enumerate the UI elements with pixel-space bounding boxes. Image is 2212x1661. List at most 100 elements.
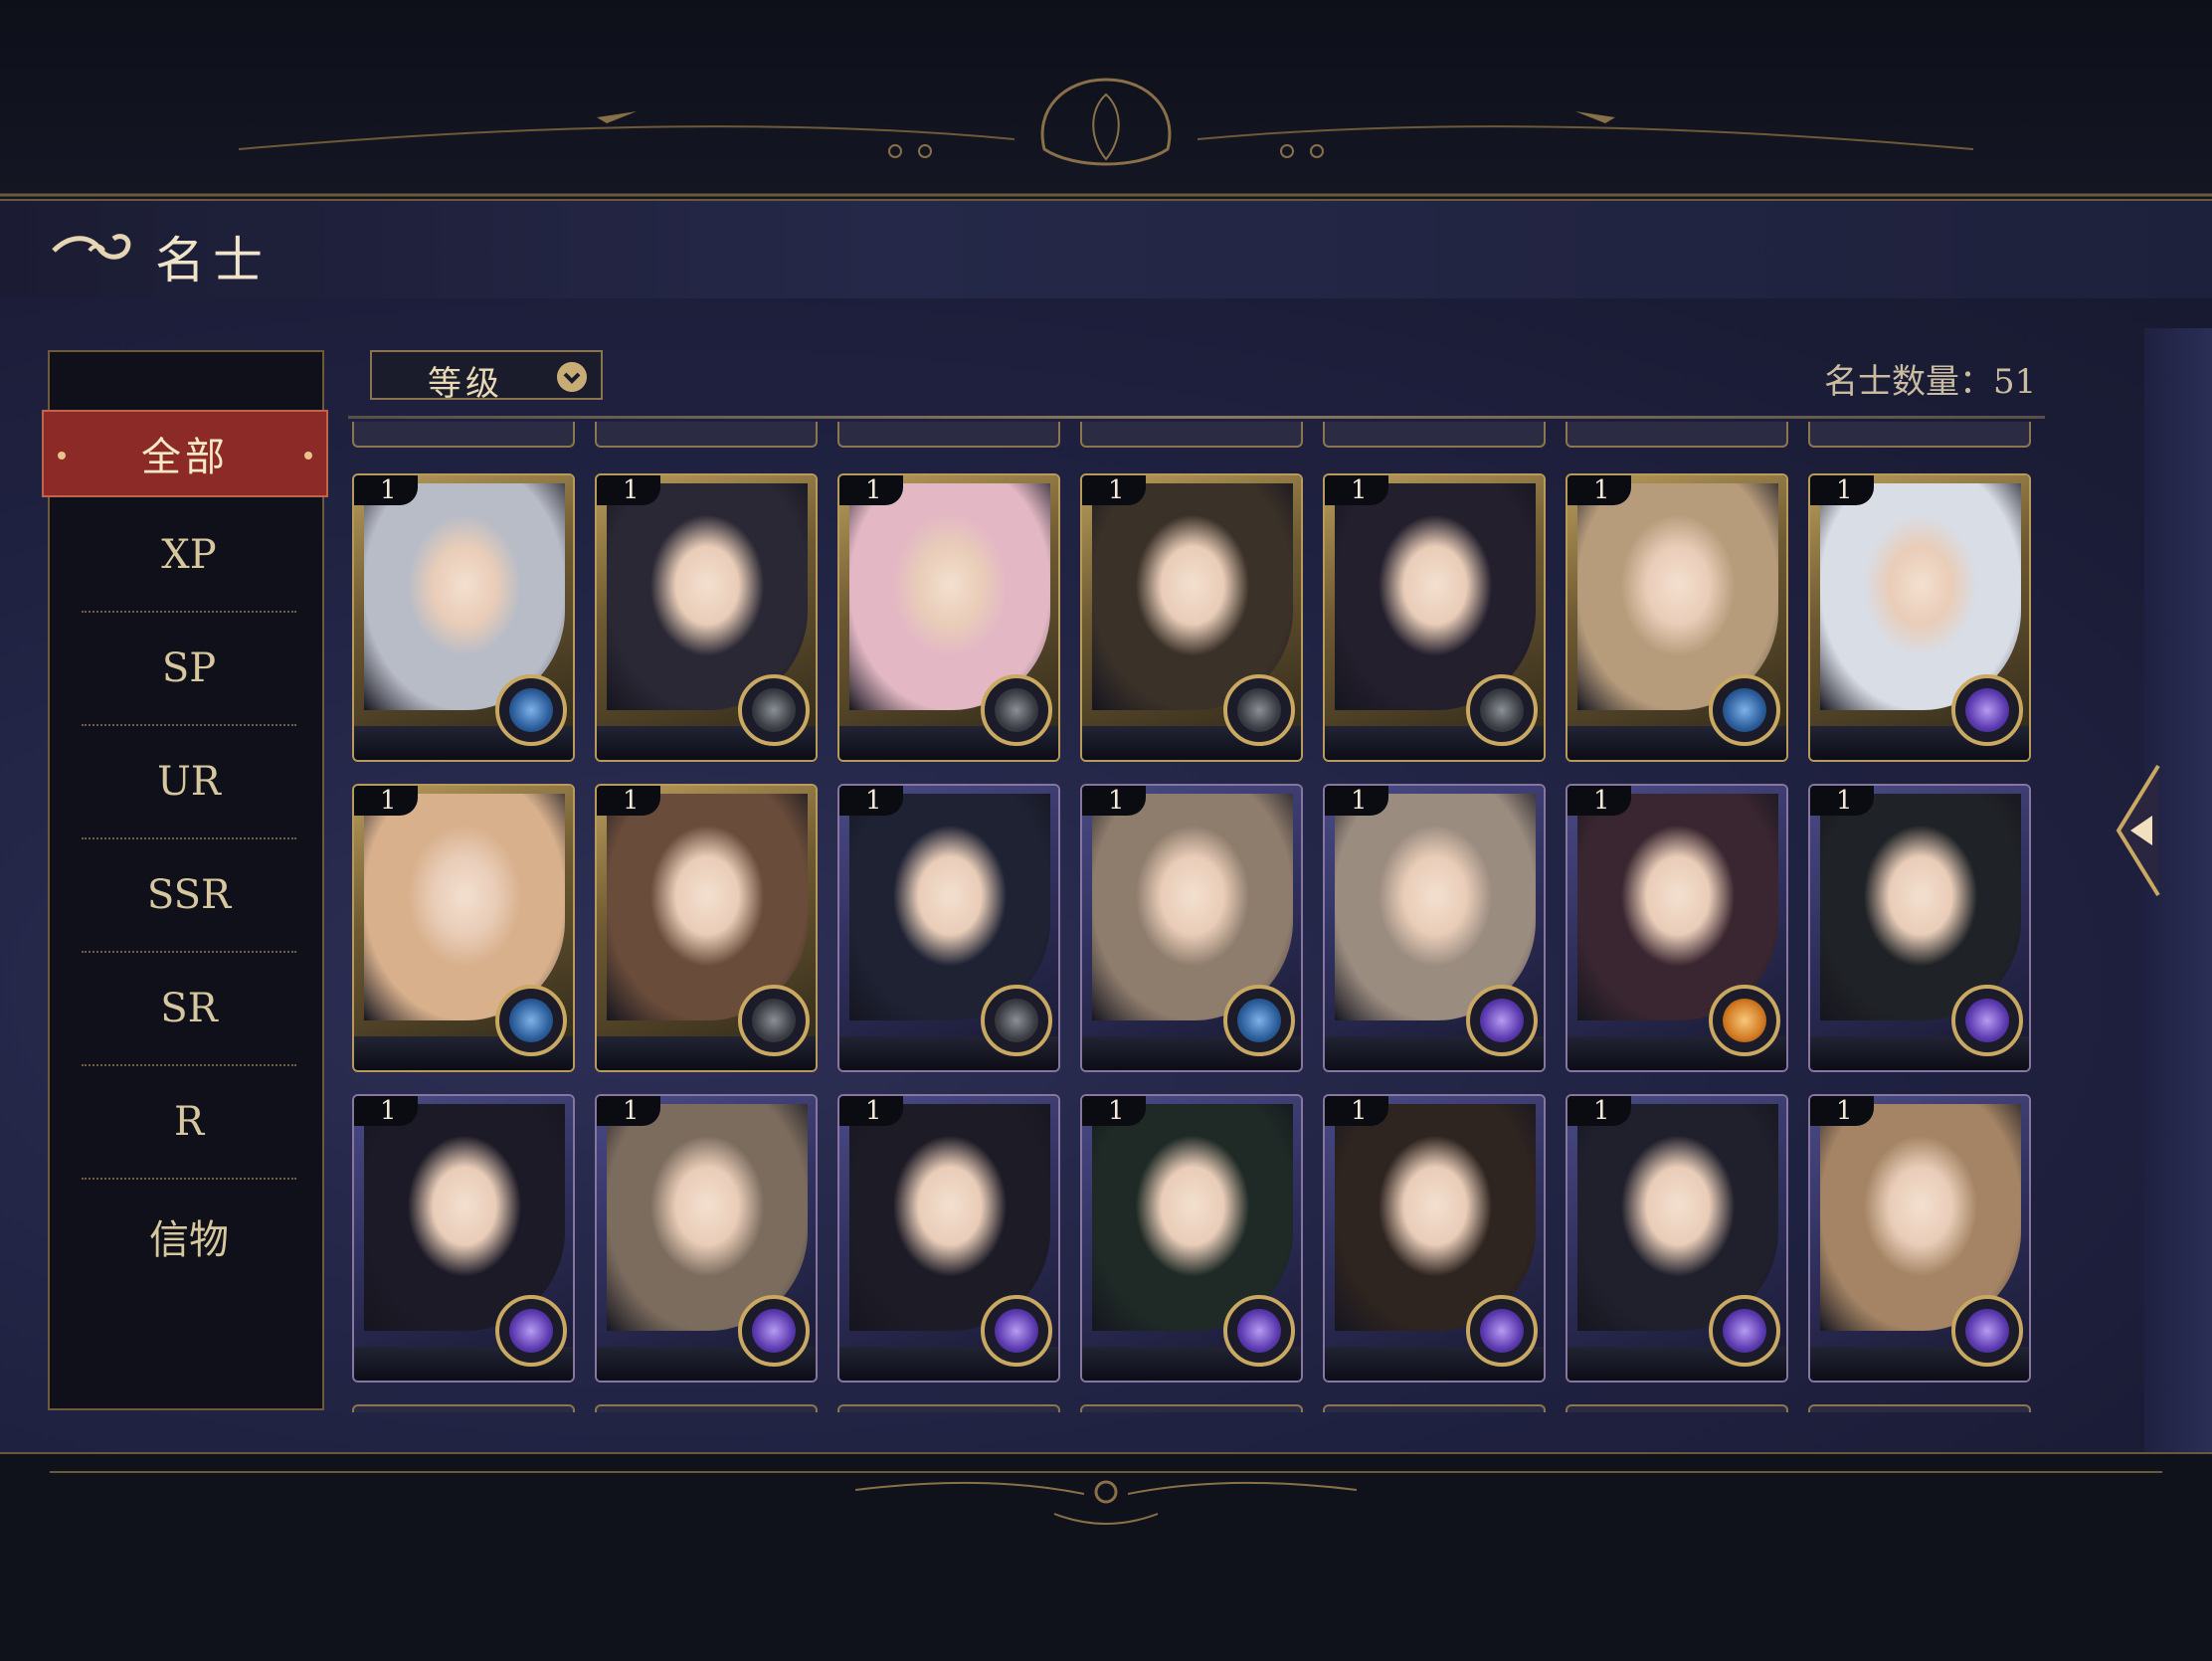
sidebar-item-r[interactable]: R [82, 1066, 296, 1180]
sort-dropdown[interactable]: 等级 [370, 350, 603, 404]
header-divider [348, 416, 2045, 419]
bottom-frame [0, 1452, 2212, 1661]
hero-card[interactable]: 1 [1080, 784, 1303, 1072]
title-bar: 名士 [0, 199, 2212, 300]
level-badge: 1 [1082, 475, 1146, 505]
level-badge: 1 [597, 786, 660, 816]
blue-compass-icon [495, 674, 567, 746]
badge-core [1965, 999, 2009, 1042]
card-partial[interactable] [1080, 1404, 1303, 1412]
hero-card[interactable]: 1 [837, 1094, 1060, 1383]
level-badge: 1 [1810, 786, 1874, 816]
badge-core [1237, 688, 1281, 732]
sidebar-item-sp[interactable]: SP [82, 613, 296, 726]
card-partial[interactable] [595, 422, 818, 448]
level-badge: 1 [1567, 475, 1631, 505]
purple-planet-icon [495, 1295, 567, 1367]
dark-compass-icon [981, 674, 1052, 746]
blue-compass-icon [1709, 674, 1780, 746]
card-partial[interactable] [352, 1404, 575, 1412]
purple-planet-icon [1466, 1295, 1538, 1367]
hero-card[interactable]: 1 [595, 473, 818, 762]
hero-card[interactable]: 1 [595, 784, 818, 1072]
hero-card[interactable]: 1 [837, 784, 1060, 1072]
ornament-dot [304, 452, 312, 460]
dark-compass-icon [738, 674, 810, 746]
hero-card[interactable]: 1 [1080, 473, 1303, 762]
badge-core [1965, 688, 2009, 732]
card-partial[interactable] [595, 1404, 818, 1412]
level-badge: 1 [1567, 1096, 1631, 1126]
level-badge: 1 [354, 1096, 418, 1126]
hero-card[interactable]: 1 [595, 1094, 818, 1383]
card-partial[interactable] [837, 1404, 1060, 1412]
purple-planet-icon [1951, 985, 2023, 1056]
hero-card[interactable]: 1 [1323, 473, 1546, 762]
badge-core [1723, 688, 1766, 732]
badge-core [995, 688, 1038, 732]
purple-planet-icon [1709, 1295, 1780, 1367]
level-badge: 1 [597, 1096, 660, 1126]
card-partial[interactable] [1080, 422, 1303, 448]
badge-core [995, 999, 1038, 1042]
card-partial[interactable] [1566, 422, 1788, 448]
category-sidebar: XP SP UR SSR SR R 信物 [48, 350, 324, 1410]
level-badge: 1 [354, 475, 418, 505]
sidebar-item-all-label: 全部 [141, 435, 229, 480]
collapse-arrow-icon[interactable] [2109, 756, 2168, 905]
badge-core [1237, 1309, 1281, 1353]
badge-core [752, 688, 796, 732]
hero-card[interactable]: 1 [837, 473, 1060, 762]
card-partial[interactable] [1566, 1404, 1788, 1412]
card-partial[interactable] [1808, 1404, 2031, 1412]
sidebar-item-all[interactable]: 全部 [42, 410, 328, 497]
hero-card[interactable]: 1 [1323, 1094, 1546, 1383]
bottom-ornament [50, 1471, 2162, 1525]
badge-core [509, 999, 553, 1042]
level-badge: 1 [597, 475, 660, 505]
dark-compass-icon [981, 985, 1052, 1056]
hero-card[interactable]: 1 [1566, 473, 1788, 762]
card-partial[interactable] [1323, 422, 1546, 448]
blue-compass-icon [495, 985, 567, 1056]
level-badge: 1 [839, 475, 903, 505]
sidebar-item-token[interactable]: 信物 [82, 1180, 296, 1293]
badge-core [995, 1309, 1038, 1353]
purple-planet-icon [1223, 1295, 1295, 1367]
hero-card[interactable]: 1 [1808, 784, 2031, 1072]
orange-planet-icon [1709, 985, 1780, 1056]
card-partial[interactable] [837, 422, 1060, 448]
hero-card[interactable]: 1 [1808, 473, 2031, 762]
purple-planet-icon [738, 1295, 810, 1367]
level-badge: 1 [354, 786, 418, 816]
purple-planet-icon [981, 1295, 1052, 1367]
blue-compass-icon [1223, 985, 1295, 1056]
hero-card[interactable]: 1 [1323, 784, 1546, 1072]
card-partial[interactable] [1323, 1404, 1546, 1412]
level-badge: 1 [839, 1096, 903, 1126]
hero-card[interactable]: 1 [352, 473, 575, 762]
card-partial[interactable] [1808, 422, 2031, 448]
purple-planet-icon [1466, 985, 1538, 1056]
hero-card[interactable]: 1 [1566, 784, 1788, 1072]
hero-card[interactable]: 1 [352, 1094, 575, 1383]
page-title: 名士 [155, 232, 271, 289]
card-partial[interactable] [352, 422, 575, 448]
badge-core [1965, 1309, 2009, 1353]
level-badge: 1 [1082, 1096, 1146, 1126]
hero-card[interactable]: 1 [1080, 1094, 1303, 1383]
hero-card[interactable]: 1 [1566, 1094, 1788, 1383]
dark-compass-icon [1466, 674, 1538, 746]
top-ornament [0, 78, 2212, 197]
badge-core [1480, 1309, 1524, 1353]
dark-compass-icon [1223, 674, 1295, 746]
hero-card[interactable]: 1 [1808, 1094, 2031, 1383]
sidebar-item-ssr[interactable]: SSR [82, 839, 296, 953]
dark-compass-icon [738, 985, 810, 1056]
sidebar-item-xp[interactable]: XP [82, 499, 296, 613]
hero-card[interactable]: 1 [352, 784, 575, 1072]
sidebar-item-ur[interactable]: UR [82, 726, 296, 839]
sidebar-item-sr[interactable]: SR [82, 953, 296, 1066]
sort-dropdown-label: 等级 [428, 364, 503, 404]
badge-core [1723, 999, 1766, 1042]
